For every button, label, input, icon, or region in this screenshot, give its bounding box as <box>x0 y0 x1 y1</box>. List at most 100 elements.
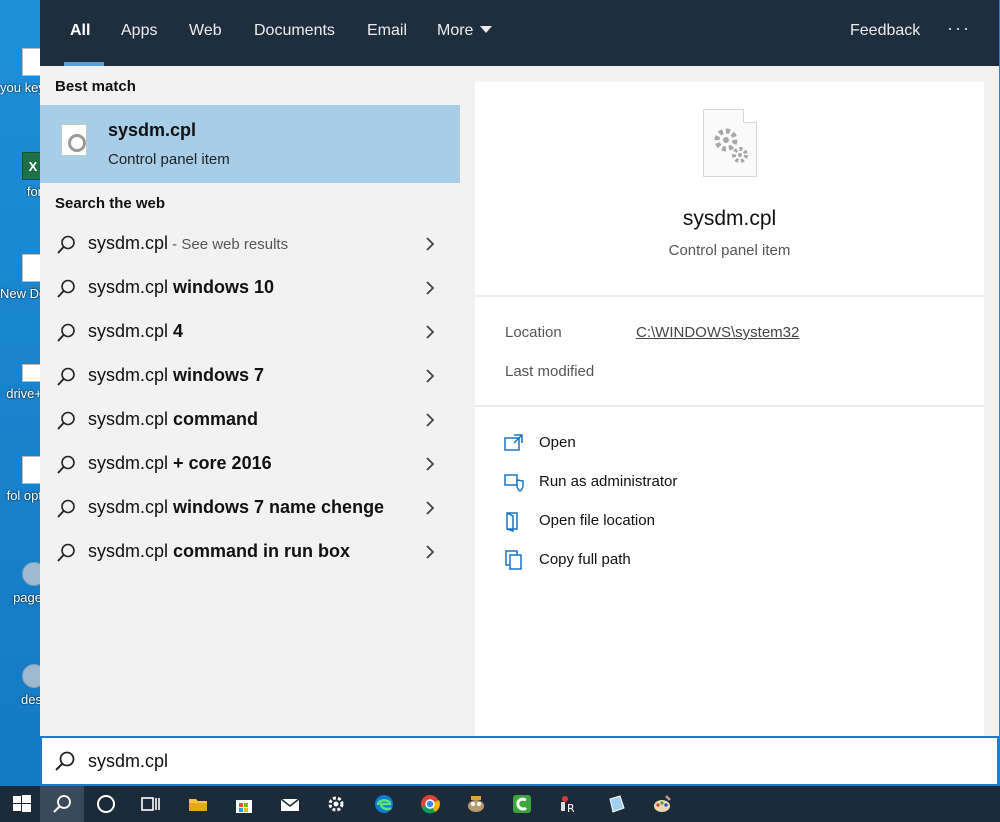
web-result-suffix: command in run box <box>168 541 351 561</box>
web-result-item[interactable]: sysdm.cpl windows 7 <box>40 354 460 398</box>
settings-icon <box>328 796 344 812</box>
task-view-icon <box>141 797 160 811</box>
best-match-item[interactable]: sysdm.cpl Control panel item <box>40 105 460 183</box>
web-result-suffix: windows 7 name chenge <box>168 497 385 517</box>
results-list: Best match sysdm.cpl Control panel item … <box>40 66 460 736</box>
web-result-item[interactable]: sysdm.cpl command <box>40 398 460 442</box>
best-match-title: sysdm.cpl <box>108 120 197 140</box>
last-modified-label: Last modified <box>505 363 595 380</box>
web-result-text: sysdm.cpl 4 <box>88 321 183 342</box>
desktop-icon-label: for <box>26 184 42 199</box>
gears-icon <box>714 128 748 163</box>
shield-icon <box>504 474 524 492</box>
app-r-button[interactable]: R <box>546 786 590 822</box>
desktop-icon[interactable]: des <box>0 664 44 710</box>
web-result-query: sysdm.cpl <box>88 233 169 253</box>
tab-email[interactable]: Email <box>367 22 407 40</box>
desktop-icon[interactable]: drive+ <box>0 364 44 404</box>
web-result-text: sysdm.cpl windows 10 <box>88 277 274 298</box>
chevron-right-icon <box>426 325 435 339</box>
run-as-admin-label: Run as administrator <box>539 473 678 490</box>
control-panel-file-icon <box>703 109 757 177</box>
web-result-item[interactable]: sysdm.cpl 4 <box>40 310 460 354</box>
search-icon <box>57 411 75 430</box>
taskbar-search-button[interactable] <box>40 786 84 822</box>
web-result-query: sysdm.cpl <box>88 365 169 385</box>
chrome-button[interactable] <box>408 786 452 822</box>
app-cube-icon <box>609 795 625 813</box>
web-result-suffix: + core 2016 <box>168 453 272 473</box>
web-result-query: sysdm.cpl <box>88 409 169 429</box>
open-icon <box>504 434 523 451</box>
web-result-item[interactable]: sysdm.cpl command in run box <box>40 530 460 574</box>
desktop-icon-label: drive+ <box>6 386 42 401</box>
mail-button[interactable] <box>268 786 312 822</box>
gimp-icon <box>468 796 484 812</box>
edge-button[interactable] <box>362 786 406 822</box>
cortana-button[interactable] <box>84 786 128 822</box>
desktop-icon[interactable]: New Docu <box>0 254 44 304</box>
web-result-suffix: command <box>168 409 259 429</box>
camtasia-button[interactable] <box>500 786 544 822</box>
tab-apps[interactable]: Apps <box>121 22 157 40</box>
location-link[interactable]: C:\WINDOWS\system32 <box>636 324 799 341</box>
chevron-right-icon <box>426 281 435 295</box>
mail-icon <box>280 798 300 811</box>
feedback-button[interactable]: Feedback <box>850 22 920 40</box>
chrome-icon <box>421 795 440 814</box>
gimp-button[interactable] <box>454 786 498 822</box>
chevron-right-icon <box>426 413 435 427</box>
desktop-icon[interactable]: you keyw <box>0 48 44 98</box>
tab-all[interactable]: All <box>70 22 90 40</box>
file-explorer-icon <box>189 799 207 811</box>
tab-documents[interactable]: Documents <box>254 22 335 40</box>
open-action[interactable]: Open <box>503 428 963 458</box>
web-result-suffix: 4 <box>168 321 184 341</box>
copy-full-path-label: Copy full path <box>539 551 631 568</box>
tab-more[interactable]: More <box>437 22 493 40</box>
paint-button[interactable] <box>640 786 684 822</box>
filter-tabs-bar: All Apps Web Documents Email More Feedba… <box>40 0 999 66</box>
web-result-text: sysdm.cpl command <box>88 409 258 430</box>
web-result-query: sysdm.cpl <box>88 453 169 473</box>
start-button[interactable] <box>0 786 44 822</box>
search-icon <box>57 235 75 254</box>
camtasia-icon <box>513 795 531 813</box>
web-result-item[interactable]: sysdm.cpl - See web results <box>40 222 460 266</box>
tab-web[interactable]: Web <box>189 22 222 40</box>
web-result-suffix: windows 7 <box>168 365 265 385</box>
desktop-icon[interactable]: fol opt <box>0 456 44 506</box>
task-view-button[interactable] <box>128 786 172 822</box>
search-icon <box>57 499 75 518</box>
edge-icon <box>375 795 393 813</box>
settings-button[interactable] <box>314 786 358 822</box>
search-web-heading: Search the web <box>55 195 166 212</box>
copy-full-path-action[interactable]: Copy full path <box>503 545 963 575</box>
svg-text:R: R <box>567 802 575 815</box>
best-match-heading: Best match <box>55 78 136 95</box>
run-as-admin-action[interactable]: Run as administrator <box>503 467 963 497</box>
taskbar: R <box>0 786 1000 822</box>
chevron-right-icon <box>426 501 435 515</box>
store-button[interactable] <box>222 786 266 822</box>
file-explorer-button[interactable] <box>176 786 220 822</box>
web-result-text: sysdm.cpl - See web results <box>88 233 288 254</box>
desktop-icon[interactable]: X for <box>0 152 44 202</box>
web-result-item[interactable]: sysdm.cpl + core 2016 <box>40 442 460 486</box>
chevron-right-icon <box>426 369 435 383</box>
search-panel: All Apps Web Documents Email More Feedba… <box>40 0 999 786</box>
folder-location-icon <box>506 512 518 532</box>
web-result-item[interactable]: sysdm.cpl windows 10 <box>40 266 460 310</box>
more-options-button[interactable]: ··· <box>947 18 971 39</box>
search-input[interactable] <box>88 748 968 774</box>
app-cube-button[interactable] <box>594 786 638 822</box>
search-box[interactable] <box>40 736 999 786</box>
desktop-icon-label: des <box>21 692 42 707</box>
desktop-icon-label: page <box>13 590 42 605</box>
open-file-location-action[interactable]: Open file location <box>503 506 963 536</box>
paint-icon <box>654 795 671 812</box>
web-result-item[interactable]: sysdm.cpl windows 7 name chenge <box>40 486 460 530</box>
desktop-icon[interactable]: page <box>0 562 44 608</box>
windows-start-icon <box>13 795 31 812</box>
chevron-right-icon <box>426 237 435 251</box>
